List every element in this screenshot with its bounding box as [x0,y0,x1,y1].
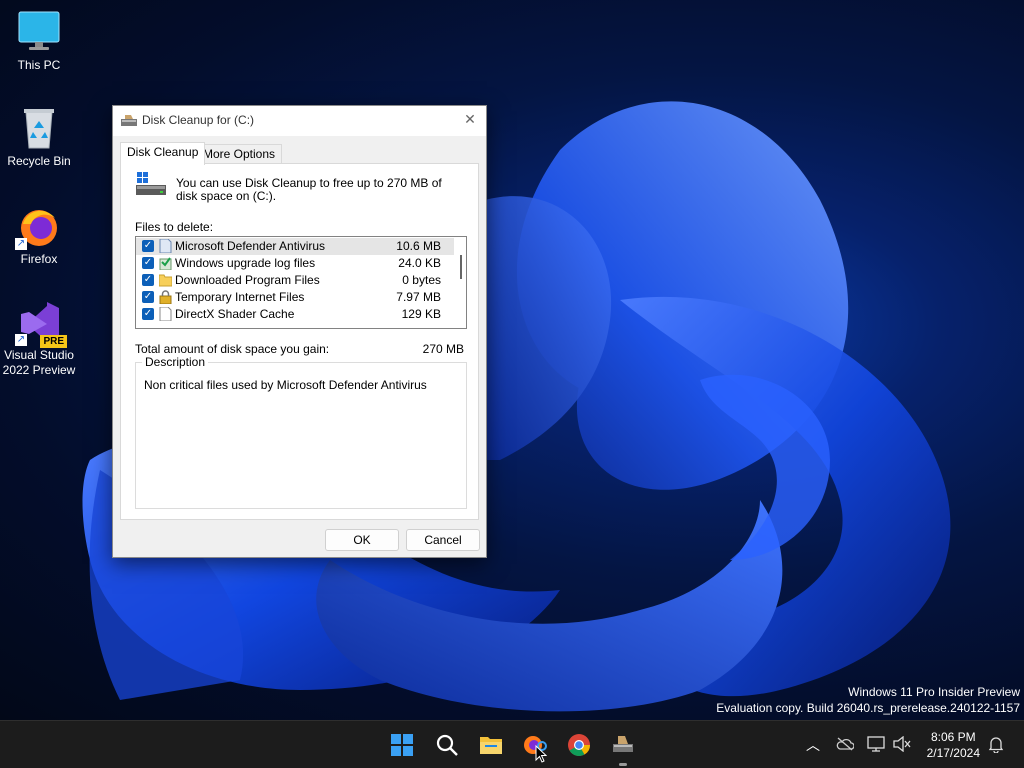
description-text: Non critical files used by Microsoft Def… [144,378,427,392]
clock-date: 2/17/2024 [926,746,980,760]
cancel-button[interactable]: Cancel [406,529,480,551]
folder-icon [159,274,172,287]
desktop-icon-label: Firefox [20,252,58,266]
drive-icon [136,172,166,195]
file-size: 24.0 KB [398,256,441,270]
file-size: 10.6 MB [396,239,441,253]
firefox-icon: ↗ [15,204,61,250]
checkbox[interactable]: ✓ [142,291,154,303]
checkbox[interactable]: ✓ [142,240,154,252]
description-label: Description [142,355,209,369]
file-name: DirectX Shader Cache [175,307,295,321]
file-name: Microsoft Defender Antivirus [175,239,326,253]
desktop-icon-label-line1: Visual Studio [4,348,74,362]
clock-time: 8:06 PM [930,730,976,744]
dialog-titlebar[interactable]: Disk Cleanup for (C:) ✕ [113,106,486,136]
onedrive-offline-icon[interactable] [836,737,854,751]
list-scrollbar[interactable] [456,237,466,328]
ok-button[interactable]: OK [325,529,399,551]
lock-icon [159,290,172,304]
monitor-icon [17,10,61,54]
file-explorer-icon[interactable] [479,733,503,757]
desktop-icon-visual-studio[interactable]: PRE ↗ Visual Studio 2022 Preview [1,300,77,378]
taskbar: ︿ 8:06 PM 2/17/2024 [0,720,1024,768]
blank-file-icon [159,307,172,321]
files-to-delete-label: Files to delete: [135,220,214,234]
checkbox[interactable]: ✓ [142,308,154,320]
file-size: 129 KB [401,307,441,321]
list-item[interactable]: ✓ Temporary Internet Files 7.97 MB [136,289,454,306]
tab-more-options[interactable]: More Options [196,144,283,164]
start-icon[interactable] [390,733,414,757]
checkbox[interactable]: ✓ [142,274,154,286]
disk-cleanup-pane: You can use Disk Cleanup to free up to 2… [120,163,479,520]
chrome-icon[interactable] [567,733,591,757]
recycle-bin-icon [17,106,61,150]
disk-cleanup-icon[interactable] [611,733,635,757]
checkbox[interactable]: ✓ [142,257,154,269]
file-name: Temporary Internet Files [175,290,305,304]
list-item[interactable]: ✓ Microsoft Defender Antivirus 10.6 MB [136,238,454,255]
file-size: 7.97 MB [396,290,441,304]
chevron-up-icon[interactable]: ︿ [806,735,820,755]
disk-cleanup-icon [121,115,137,126]
total-gain-value: 270 MB [422,342,464,356]
list-item[interactable]: ✓ Windows upgrade log files 24.0 KB [136,255,454,272]
mouse-cursor-icon [535,745,547,763]
watermark-line2: Evaluation copy. Build 26040.rs_prerelea… [716,701,1020,715]
search-icon[interactable] [435,733,459,757]
preview-badge: PRE [40,335,67,348]
total-gain-label: Total amount of disk space you gain: [135,342,330,356]
close-button[interactable]: ✕ [454,106,486,134]
network-icon[interactable] [867,736,885,752]
scrollbar-thumb[interactable] [460,255,462,279]
desktop-icon-label-line2: 2022 Preview [2,363,76,377]
info-text: You can use Disk Cleanup to free up to 2… [176,176,442,203]
shortcut-arrow-icon: ↗ [15,334,27,346]
desktop-icon-recycle-bin[interactable]: Recycle Bin [1,106,77,169]
description-group: Description Non critical files used by M… [135,355,467,509]
tab-disk-cleanup[interactable]: Disk Cleanup [120,142,206,165]
dialog-title: Disk Cleanup for (C:) [142,113,255,127]
file-name: Windows upgrade log files [175,256,316,270]
document-icon [159,239,172,253]
running-indicator [619,763,627,766]
watermark-line1: Windows 11 Pro Insider Preview [848,685,1020,699]
file-size: 0 bytes [402,273,441,287]
shortcut-arrow-icon: ↗ [15,238,27,250]
desktop-icon-label: Recycle Bin [7,154,71,168]
volume-muted-icon[interactable] [893,736,911,752]
files-to-delete-list[interactable]: ✓ Microsoft Defender Antivirus 10.6 MB ✓… [135,236,467,329]
desktop-icon-this-pc[interactable]: This PC [1,10,77,73]
file-name: Downloaded Program Files [175,273,320,287]
disk-cleanup-dialog: Disk Cleanup for (C:) ✕ Disk Cleanup Mor… [112,105,487,558]
desktop-icon-label: This PC [17,58,61,72]
list-item[interactable]: ✓ DirectX Shader Cache 129 KB [136,306,454,323]
visual-studio-icon: PRE ↗ [15,300,67,348]
log-files-icon [159,257,172,270]
list-item[interactable]: ✓ Downloaded Program Files 0 bytes [136,272,454,289]
windows-watermark: Windows 11 Pro Insider Preview Evaluatio… [716,684,1020,716]
notification-bell-icon[interactable] [988,736,1004,753]
desktop-icon-firefox[interactable]: ↗ Firefox [1,204,77,267]
system-clock[interactable]: 8:06 PM 2/17/2024 [927,729,980,761]
